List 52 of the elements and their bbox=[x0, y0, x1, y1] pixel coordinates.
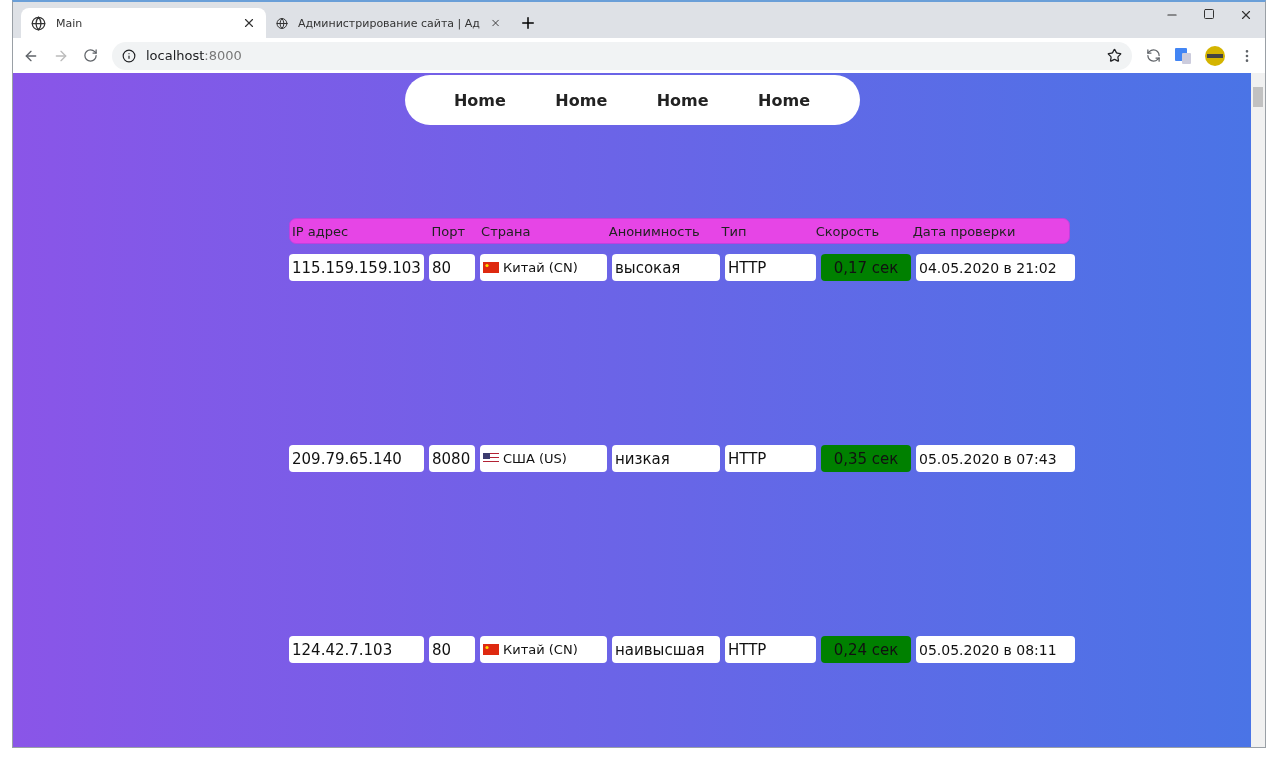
table-cell: 124.42.7.103 bbox=[289, 636, 424, 663]
usa-flag-icon bbox=[483, 453, 499, 464]
translate-icon[interactable] bbox=[1175, 47, 1191, 64]
table-cell: низкая bbox=[612, 445, 720, 472]
country-text: Китай (CN) bbox=[503, 642, 578, 657]
nav-link[interactable]: Home bbox=[555, 90, 608, 110]
info-icon bbox=[122, 48, 136, 63]
browser-tab[interactable]: Main bbox=[21, 8, 266, 38]
china-flag-icon bbox=[483, 262, 499, 273]
column-header: Страна bbox=[480, 223, 532, 239]
column-header: Тип bbox=[720, 223, 748, 239]
globe-icon bbox=[276, 15, 288, 31]
address-bar[interactable]: localhost:8000 bbox=[112, 41, 1132, 70]
column-header: Дата проверки bbox=[911, 223, 1017, 239]
nav-link[interactable]: Home bbox=[758, 90, 810, 110]
browser-tab[interactable]: Администрирование сайта | Ад bbox=[266, 8, 511, 38]
table-cell: 05.05.2020 в 07:43 bbox=[916, 445, 1075, 472]
table-cell: 209.79.65.140 bbox=[289, 445, 424, 472]
column-header: IP адрес bbox=[291, 223, 350, 239]
table-cell: HTTP bbox=[725, 445, 816, 472]
country-text: Китай (CN) bbox=[503, 260, 578, 275]
close-icon[interactable] bbox=[242, 16, 256, 30]
column-header: Порт bbox=[430, 223, 467, 239]
table-cell: 8080 bbox=[429, 445, 475, 472]
nav-link[interactable]: Home bbox=[453, 90, 506, 110]
table-cell: наивысшая bbox=[612, 636, 720, 663]
table-cell: 115.159.159.103 bbox=[289, 254, 424, 281]
maximize-icon[interactable] bbox=[1203, 8, 1215, 20]
table-cell: 0,24 сек bbox=[821, 636, 911, 663]
country-text: США (US) bbox=[503, 451, 567, 466]
nav-link[interactable]: Home bbox=[656, 90, 709, 110]
column-header: Скорость bbox=[814, 223, 881, 239]
table-cell: HTTP bbox=[725, 254, 816, 281]
table-cell: 05.05.2020 в 08:11 bbox=[916, 636, 1075, 663]
star-icon[interactable] bbox=[1107, 48, 1122, 63]
reload-icon[interactable] bbox=[83, 48, 98, 63]
address-text: localhost:8000 bbox=[146, 48, 242, 63]
table-cell: высокая bbox=[612, 254, 720, 281]
close-icon[interactable] bbox=[1239, 8, 1253, 22]
sync-icon[interactable] bbox=[1146, 48, 1161, 63]
table-cell: 80 bbox=[429, 636, 475, 663]
globe-icon bbox=[31, 15, 46, 31]
column-header: Анонимность bbox=[607, 223, 701, 239]
table-cell: 0,17 сек bbox=[821, 254, 911, 281]
table-cell: 80 bbox=[429, 254, 475, 281]
table-cell: 04.05.2020 в 21:02 bbox=[916, 254, 1075, 281]
table-cell: 0,35 сек bbox=[821, 445, 911, 472]
scrollbar[interactable] bbox=[1251, 73, 1265, 747]
avatar-icon[interactable] bbox=[1205, 45, 1225, 66]
new-tab-icon[interactable] bbox=[519, 14, 537, 32]
china-flag-icon bbox=[483, 644, 499, 655]
table-cell: HTTP bbox=[725, 636, 816, 663]
